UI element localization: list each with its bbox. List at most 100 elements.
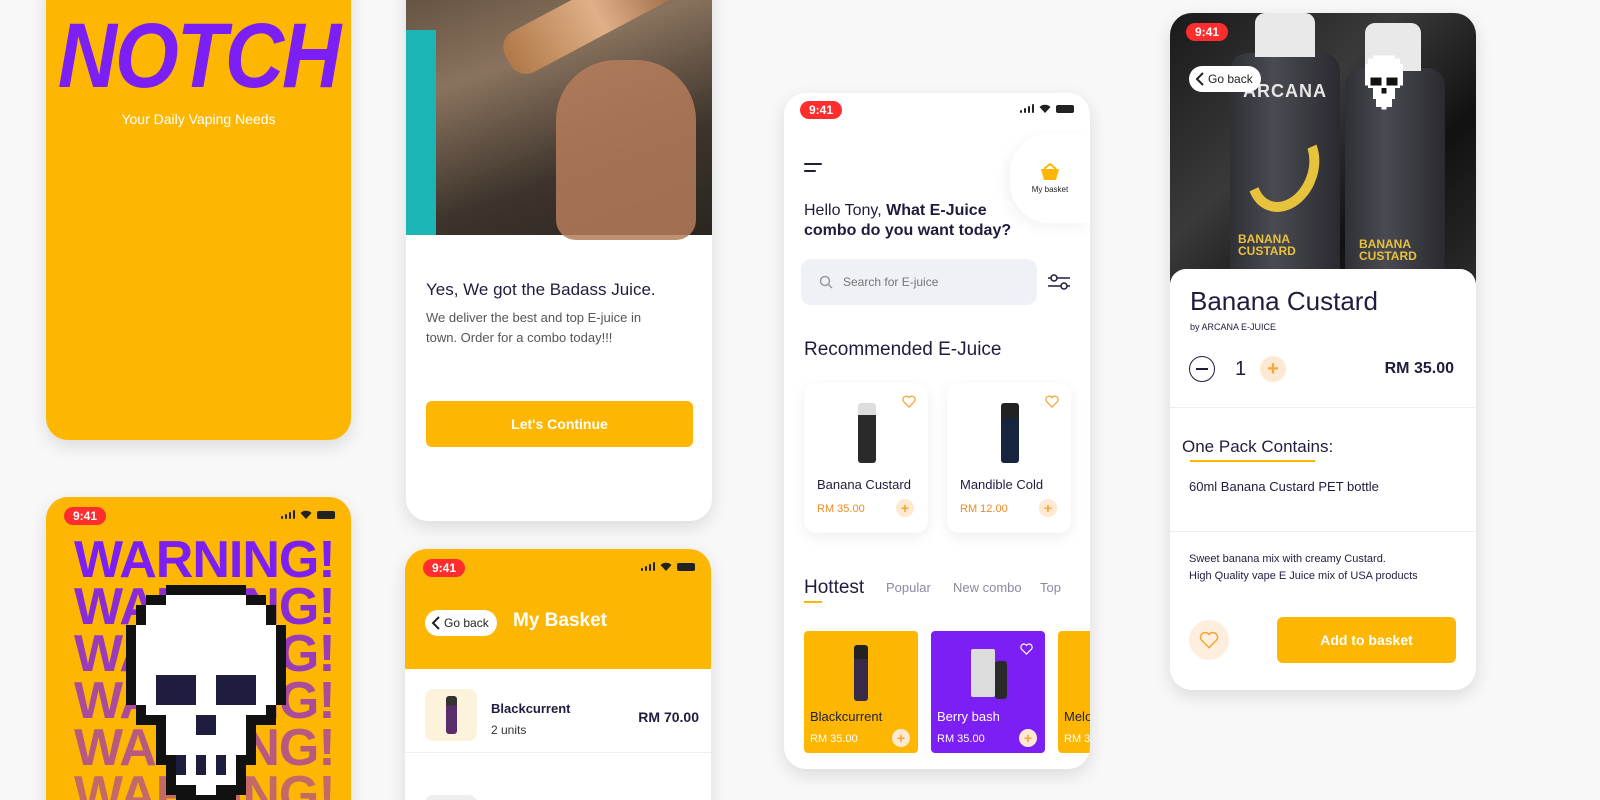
bottle-icon (445, 696, 457, 734)
basket-title: My Basket (513, 610, 607, 631)
signal-icon (640, 562, 655, 571)
home-screen: 9:41 My basket Hello Tony, What E-Juice c… (784, 93, 1090, 769)
add-button[interactable]: + (1039, 499, 1057, 517)
product-name: Banana Custard (817, 477, 911, 492)
product-name: Mandible Cold (960, 477, 1044, 492)
banana-graphic (1234, 113, 1332, 223)
basket-item-price: RM 70.00 (638, 709, 699, 725)
go-back-button[interactable]: Go back (1189, 66, 1261, 92)
add-to-basket-button[interactable]: Add to basket (1277, 617, 1456, 663)
basket-item-units: 2 units (491, 723, 527, 737)
status-time: 9:41 (800, 101, 843, 119)
product-brand: by ARCANA E-JUICE (1190, 322, 1277, 332)
go-back-label: Go back (444, 616, 489, 630)
status-time: 9:41 (64, 507, 107, 525)
greeting-plain: Hello Tony, (804, 202, 887, 219)
detail-hero: ARCANA BANANA CUSTARD BANANA CUSTARD (1170, 13, 1476, 298)
recommended-title: Recommended E-Juice (804, 339, 1002, 360)
basket-icon (1041, 162, 1059, 180)
status-icons (280, 510, 335, 519)
onboarding-headline: Yes, We got the Badass Juice. (426, 280, 656, 299)
detail-price: RM 35.00 (1384, 360, 1454, 377)
description-line: Sweet banana mix with creamy Custard. (1189, 553, 1386, 565)
notch-logo: NOTCH (57, 5, 342, 108)
bottle-icon (854, 645, 868, 701)
hottest-price: RM 3 (1064, 733, 1090, 745)
go-back-label: Go back (1208, 72, 1253, 86)
signal-icon (1019, 104, 1034, 113)
continue-button[interactable]: Let's Continue (426, 401, 693, 447)
plus-button[interactable]: + (1260, 356, 1286, 382)
contains-title: One Pack Contains: (1182, 437, 1334, 456)
quantity-value: 1 (1235, 358, 1247, 380)
hero-photo (406, 0, 712, 240)
search-icon (819, 275, 833, 289)
battery-icon (1056, 104, 1074, 113)
product-card[interactable]: Banana Custard RM 35.00 + (804, 383, 928, 533)
battery-icon (677, 562, 695, 571)
divider (1170, 531, 1476, 532)
bottle-cap (1255, 13, 1315, 57)
basket-item[interactable]: Blackcurrent 2 units RM 70.00 (405, 689, 711, 753)
tab-popular[interactable]: Popular (886, 580, 931, 595)
contains-underline (1190, 460, 1315, 462)
add-button[interactable]: + (892, 729, 910, 747)
tab-top[interactable]: Top (1040, 580, 1061, 595)
wifi-icon (1039, 104, 1051, 113)
product-box (971, 649, 995, 697)
detail-screen: ARCANA BANANA CUSTARD BANANA CUSTARD 9:4… (1170, 13, 1476, 690)
warning-word: WARNING! (74, 531, 336, 589)
my-basket-label: My basket (1031, 184, 1069, 194)
add-button[interactable]: + (896, 499, 914, 517)
basket-item-name: Blackcurrent (491, 701, 571, 716)
basket-item-placeholder (425, 795, 477, 800)
hottest-price: RM 35.00 (937, 733, 985, 745)
hottest-card[interactable]: Blackcurrent RM 35.00 + (804, 631, 918, 753)
hottest-card[interactable]: Melo RM 3 (1058, 631, 1090, 753)
minus-button[interactable] (1189, 356, 1215, 382)
teal-shirt (406, 30, 436, 235)
search-bar[interactable] (801, 259, 1037, 305)
hottest-price: RM 35.00 (810, 733, 858, 745)
status-time: 9:41 (423, 559, 466, 577)
add-button[interactable]: + (1019, 729, 1037, 747)
divider (1170, 407, 1476, 408)
heart-icon[interactable] (1020, 643, 1033, 655)
favorite-button[interactable] (1189, 620, 1229, 660)
bottle-flavor: BANANA CUSTARD (1238, 232, 1296, 258)
product-price: RM 12.00 (960, 503, 1008, 515)
wifi-icon (300, 510, 312, 519)
onboarding-screen: Yes, We got the Badass Juice. We deliver… (406, 0, 712, 521)
heart-icon[interactable] (1045, 395, 1059, 408)
hottest-card[interactable]: Berry bash RM 35.00 + (931, 631, 1045, 753)
description-line: High Quality vape E Juice mix of USA pro… (1189, 570, 1418, 582)
status-icons (1019, 104, 1074, 113)
basket-screen: 9:41 Go back My Basket Blackcurrent 2 un… (405, 549, 711, 800)
splash-screen: NOTCH Your Daily Vaping Needs (46, 0, 351, 440)
tab-hottest[interactable]: Hottest (804, 577, 864, 599)
chevron-left-icon (431, 616, 440, 630)
go-back-button[interactable]: Go back (425, 610, 497, 636)
product-price: RM 35.00 (817, 503, 865, 515)
menu-icon[interactable] (804, 163, 822, 172)
signal-icon (280, 510, 295, 519)
filter-icon[interactable] (1047, 274, 1071, 290)
tab-new-combo[interactable]: New combo (953, 580, 1022, 595)
skull-icon (1365, 55, 1403, 110)
hottest-name: Melo (1064, 709, 1090, 724)
tab-underline (804, 601, 822, 603)
hand-shape (556, 60, 696, 240)
heart-icon[interactable] (902, 395, 916, 408)
bottle-flavor: BANANA CUSTARD (1359, 237, 1417, 263)
status-icons (640, 562, 695, 571)
bottle-icon (858, 403, 876, 463)
onboarding-body: We deliver the best and top E-juice in t… (426, 310, 642, 345)
search-input[interactable] (843, 275, 1013, 289)
heart-icon (1199, 631, 1219, 649)
chevron-left-icon (1195, 72, 1204, 86)
greeting-bold: What E-Juice (886, 202, 987, 219)
product-card[interactable]: Mandible Cold RM 12.00 + (947, 383, 1071, 533)
status-time: 9:41 (1186, 23, 1229, 41)
bottle-icon (995, 661, 1007, 699)
bottle-icon (1001, 403, 1019, 463)
